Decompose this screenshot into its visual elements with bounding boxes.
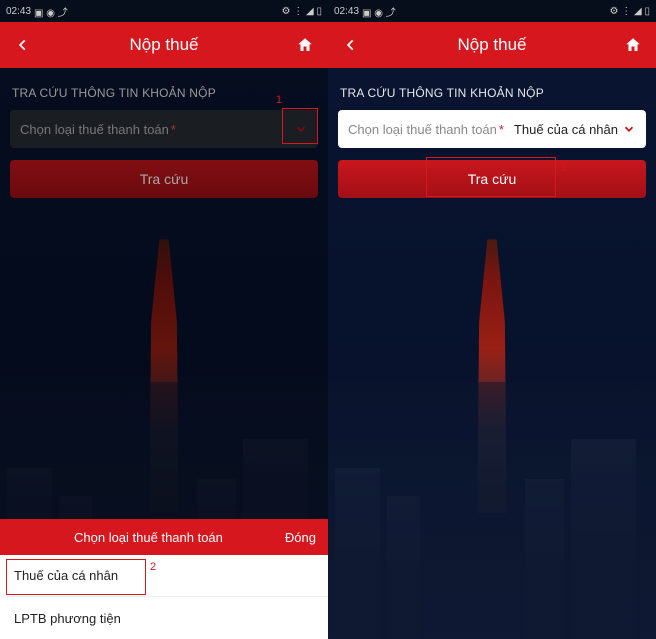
content-area: TRA CỨU THÔNG TIN KHOẢN NỘP Chọn loại th…	[328, 68, 656, 639]
status-right-icons: ⚙ ⋮ ◢ ▯	[282, 6, 323, 17]
back-icon[interactable]	[12, 34, 34, 56]
picker-sheet: Chọn loại thuế thanh toán Đóng Thuế của …	[0, 519, 328, 639]
picker-item-personal-tax[interactable]: Thuế của cá nhân	[0, 555, 328, 597]
home-icon[interactable]	[294, 34, 316, 56]
home-icon[interactable]	[622, 34, 644, 56]
page-title: Nộp thuế	[34, 35, 294, 55]
picker-item-label: LPTB phương tiện	[14, 611, 121, 626]
status-time: 02:43	[6, 6, 31, 17]
chevron-down-icon	[622, 122, 636, 136]
status-right-icons: ⚙ ⋮ ◢ ▯	[610, 6, 651, 17]
section-label: TRA CỨU THÔNG TIN KHOẢN NỘP	[340, 86, 646, 100]
content-area: TRA CỨU THÔNG TIN KHOẢN NỘP Chọn loại th…	[0, 68, 328, 639]
annotation-label-1: 1	[276, 94, 282, 106]
required-mark: *	[499, 122, 504, 137]
status-bar: 02:43 ▣ ◉ ⤴ ⚙ ⋮ ◢ ▯	[0, 0, 328, 22]
status-left-icons: ▣ ◉ ⤴	[34, 4, 68, 19]
app-header: Nộp thuế	[0, 22, 328, 68]
picker-close-button[interactable]: Đóng	[285, 530, 316, 545]
tax-type-select[interactable]: Chọn loại thuế thanh toán * Thuế của cá …	[338, 110, 646, 148]
annotation-label-2: 2	[150, 561, 156, 573]
phone-screen-1: 02:43 ▣ ◉ ⤴ ⚙ ⋮ ◢ ▯ Nộp thuế TRA CỨU THÔ…	[0, 0, 328, 639]
picker-item-label: Thuế của cá nhân	[14, 568, 118, 583]
page-title: Nộp thuế	[362, 35, 622, 55]
select-placeholder: Chọn loại thuế thanh toán	[348, 122, 497, 137]
search-button-label: Tra cứu	[468, 171, 517, 187]
select-value: Thuế của cá nhân	[514, 122, 636, 137]
status-time: 02:43	[334, 6, 359, 17]
annotation-label-3: 3	[560, 162, 566, 174]
status-bar: 02:43 ▣ ◉ ⤴ ⚙ ⋮ ◢ ▯	[328, 0, 656, 22]
picker-title: Chọn loại thuế thanh toán	[12, 530, 285, 545]
status-left-icons: ▣ ◉ ⤴	[362, 4, 396, 19]
back-icon[interactable]	[340, 34, 362, 56]
picker-item-vehicle-fee[interactable]: LPTB phương tiện	[0, 597, 328, 639]
app-header: Nộp thuế	[328, 22, 656, 68]
phone-screen-2: 02:43 ▣ ◉ ⤴ ⚙ ⋮ ◢ ▯ Nộp thuế TRA CỨU THÔ…	[328, 0, 656, 639]
search-button[interactable]: Tra cứu	[338, 160, 646, 198]
picker-header: Chọn loại thuế thanh toán Đóng	[0, 519, 328, 555]
